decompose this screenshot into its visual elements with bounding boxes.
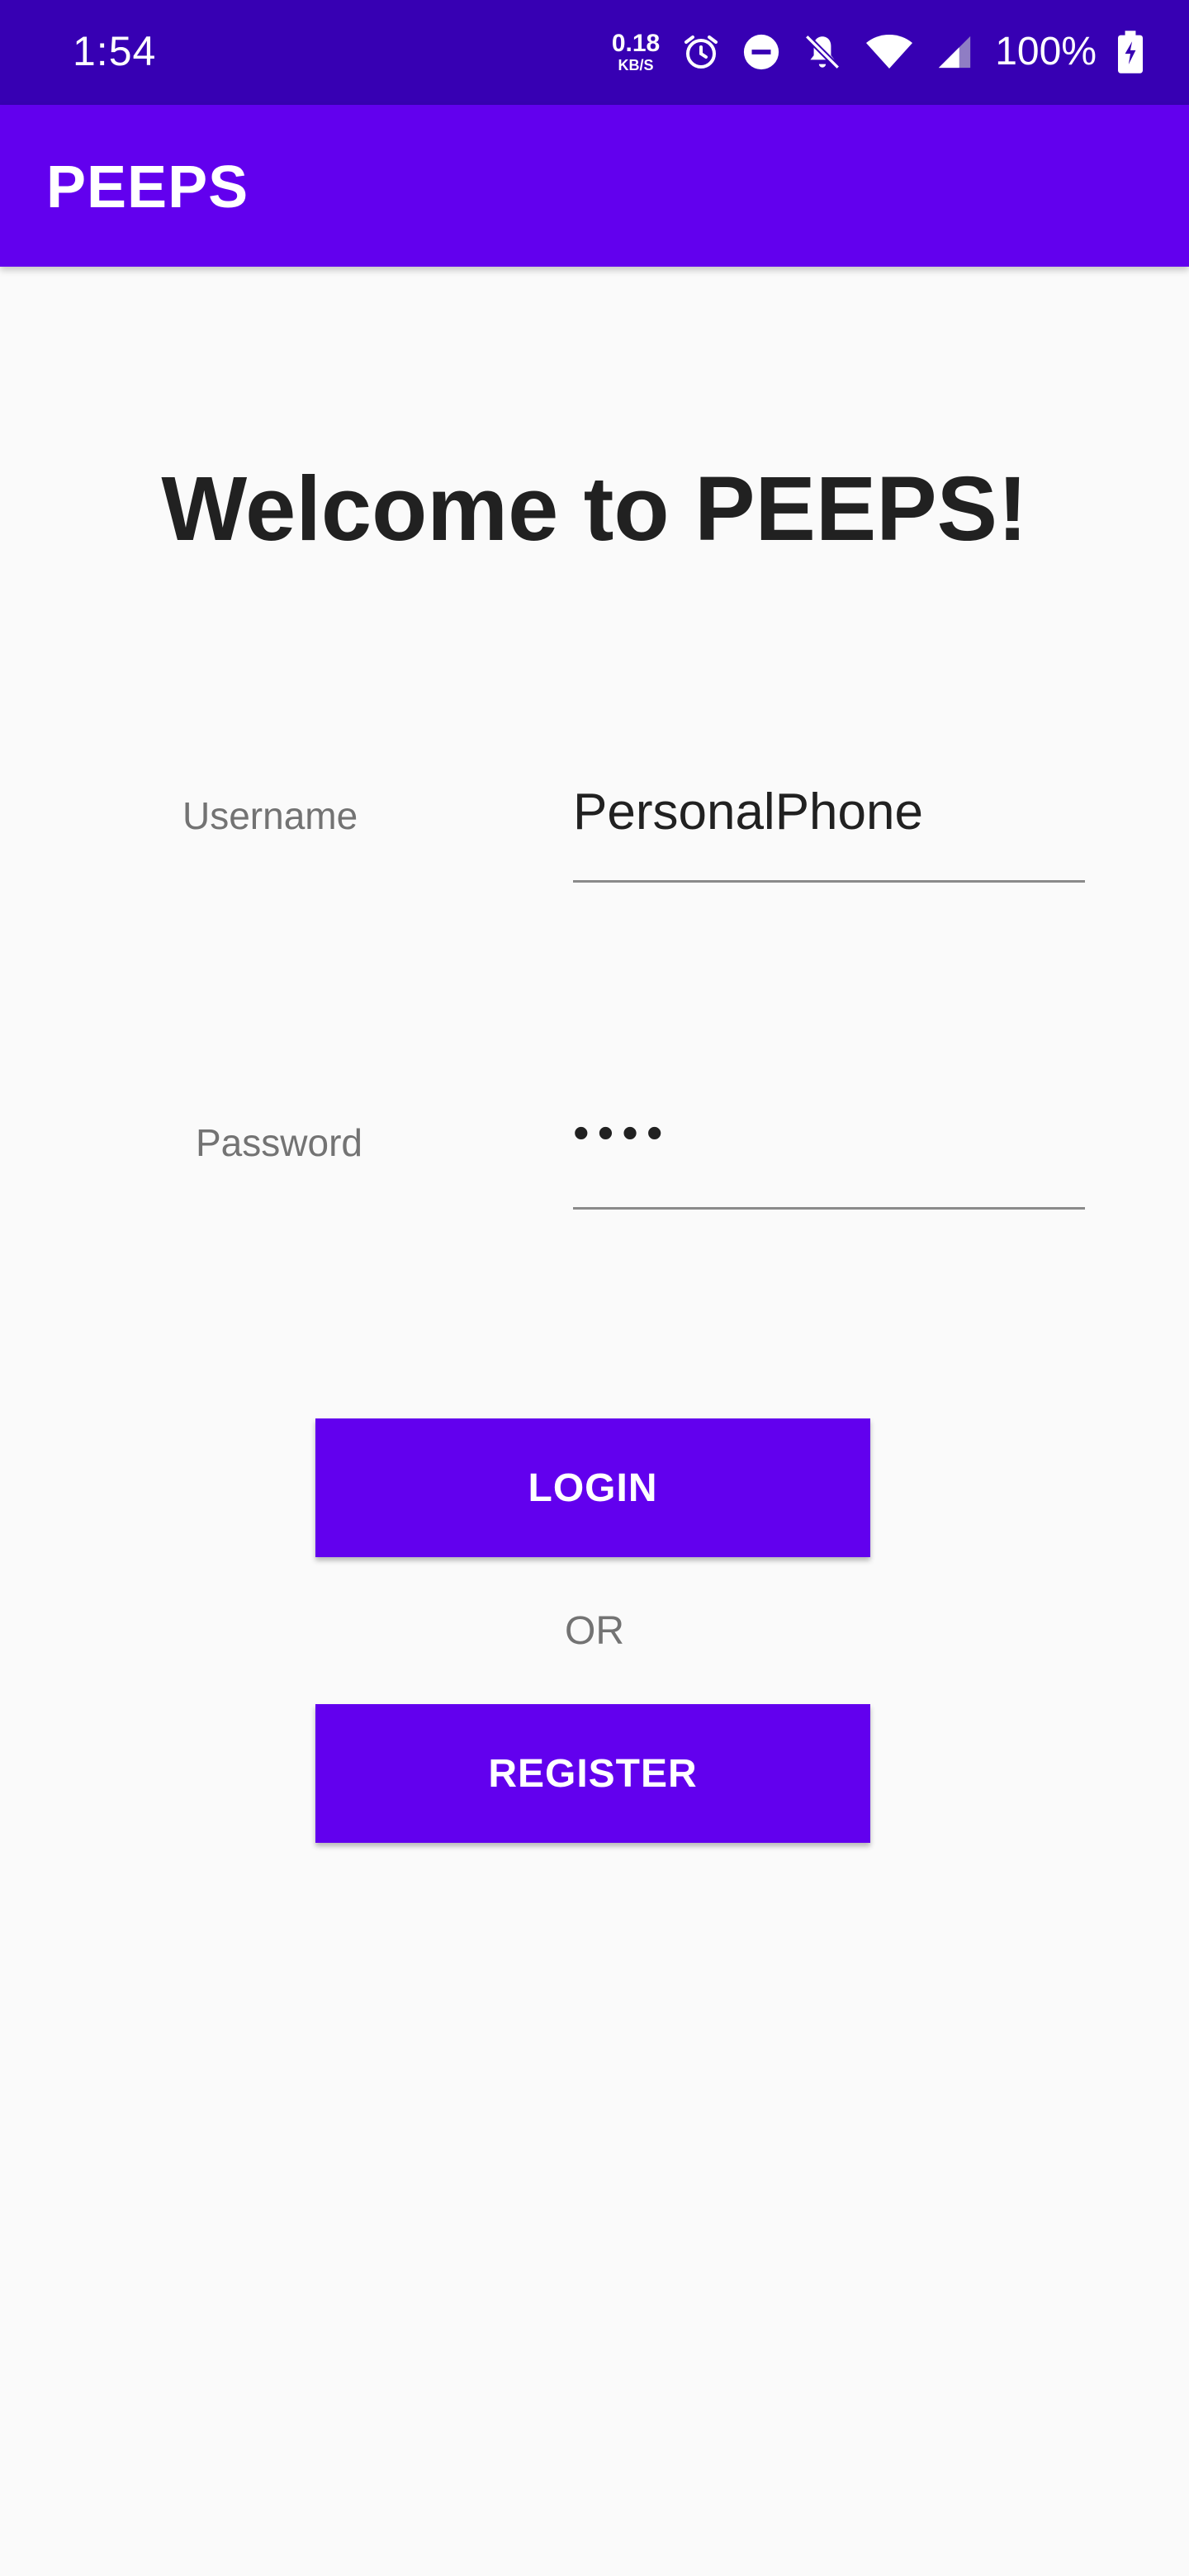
alarm-icon [681, 32, 721, 72]
password-label: Password [196, 1121, 362, 1164]
wifi-icon [865, 32, 914, 72]
bell-off-icon [802, 31, 843, 73]
network-speed: 0.18 KB/S [612, 31, 660, 73]
status-bar: 1:54 0.18 KB/S 100% [0, 0, 1189, 105]
app-bar: PEEPS [0, 105, 1189, 267]
username-underline [573, 880, 1085, 883]
register-button[interactable]: REGISTER [315, 1704, 870, 1843]
status-icons: 0.18 KB/S 100% [612, 23, 1143, 81]
battery-charging-icon [1118, 31, 1143, 73]
welcome-heading: Welcome to PEEPS! [161, 458, 1028, 560]
do-not-disturb-icon [742, 33, 780, 71]
login-button[interactable]: LOGIN [315, 1418, 870, 1557]
status-time: 1:54 [73, 28, 157, 74]
cell-signal-icon [936, 33, 973, 71]
username-label: Username [182, 794, 358, 837]
app-title: PEEPS [46, 154, 249, 220]
network-speed-value: 0.18 [611, 30, 661, 57]
battery-percent: 100% [995, 30, 1097, 73]
network-speed-unit: KB/S [618, 57, 654, 73]
or-divider-label: OR [565, 1609, 624, 1653]
password-input[interactable]: •••• [573, 1101, 1085, 1164]
password-underline [573, 1207, 1085, 1210]
username-input[interactable]: PersonalPhone [573, 781, 1085, 844]
